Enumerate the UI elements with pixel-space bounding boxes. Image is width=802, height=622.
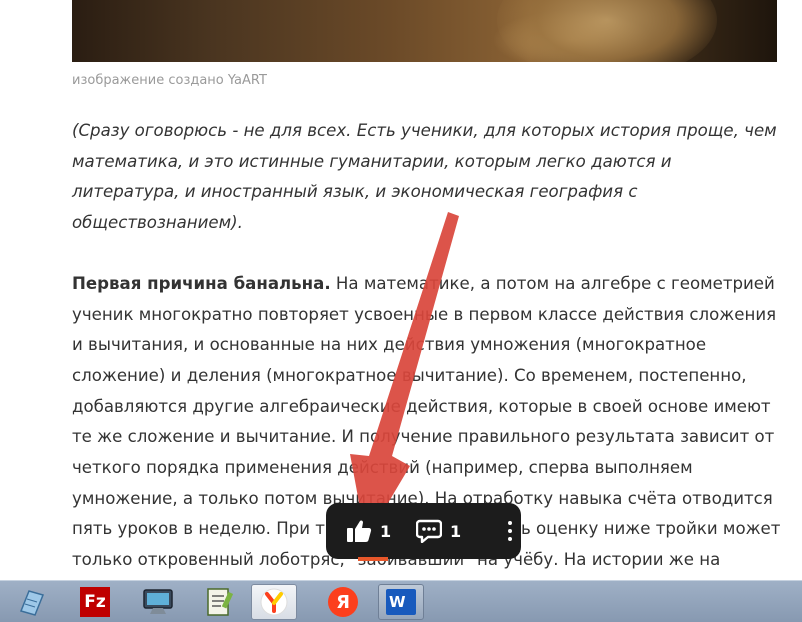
paragraph-lead: Первая причина банальна. bbox=[72, 273, 331, 293]
like-count: 1 bbox=[380, 521, 392, 541]
more-options-icon[interactable] bbox=[500, 521, 520, 541]
comment-count: 1 bbox=[450, 521, 462, 541]
notepad-icon bbox=[19, 590, 45, 616]
thumbs-up-icon bbox=[347, 520, 372, 542]
like-button[interactable]: 1 bbox=[346, 519, 416, 543]
monitor-icon bbox=[143, 589, 173, 614]
taskbar-notepad[interactable] bbox=[8, 584, 54, 620]
taskbar-text-editor[interactable] bbox=[196, 584, 242, 620]
yandex-browser-icon bbox=[260, 588, 288, 616]
page: изображение создано YaART (Сразу оговорю… bbox=[0, 0, 802, 622]
taskbar-yandex[interactable]: Я bbox=[320, 584, 366, 620]
dot-icon bbox=[508, 521, 512, 525]
reaction-bar: 1 1 bbox=[326, 503, 521, 559]
taskbar-monitor[interactable] bbox=[135, 584, 181, 620]
comment-button[interactable]: 1 bbox=[416, 519, 492, 543]
text-editor-icon bbox=[207, 588, 234, 616]
comment-icon bbox=[416, 519, 442, 543]
windows-taskbar: Fz Я W bbox=[0, 580, 802, 622]
taskbar-word[interactable]: W bbox=[378, 584, 424, 620]
dot-icon bbox=[508, 529, 512, 533]
intro-paragraph: (Сразу оговорюсь - не для всех. Есть уче… bbox=[72, 121, 777, 233]
taskbar-filezilla[interactable]: Fz bbox=[72, 584, 118, 620]
filezilla-icon: Fz bbox=[80, 587, 110, 617]
dot-icon bbox=[508, 537, 512, 541]
image-book-pages bbox=[497, 0, 717, 62]
taskbar-yandex-browser[interactable] bbox=[251, 584, 297, 620]
reading-progress-mark bbox=[358, 557, 388, 561]
word-icon: W bbox=[386, 589, 416, 615]
image-caption: изображение создано YaART bbox=[72, 73, 267, 88]
yandex-icon: Я bbox=[328, 587, 358, 617]
article-image bbox=[72, 0, 777, 62]
